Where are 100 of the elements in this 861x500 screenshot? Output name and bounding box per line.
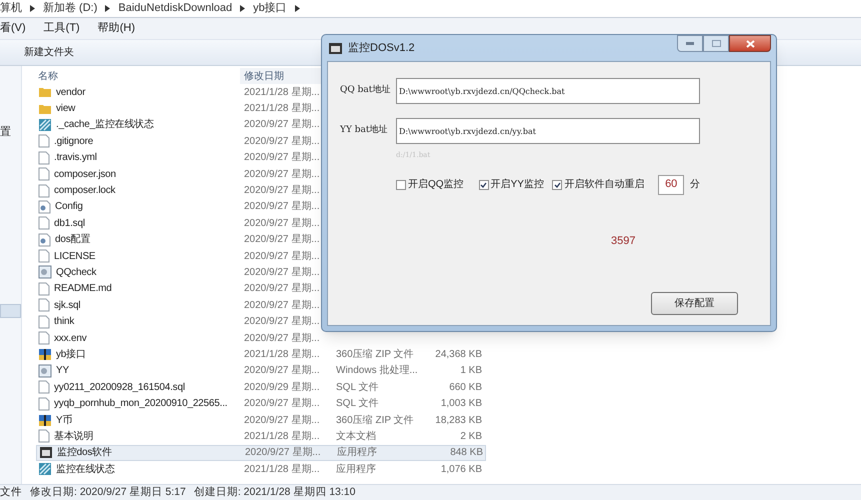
file-row[interactable]: Config 2020/9/27 星期... <box>36 198 486 216</box>
file-row[interactable]: Y币 2020/9/27 星期... 360压缩 ZIP 文件 18,283 KB <box>36 412 486 428</box>
file-name: yb接口 <box>56 348 86 362</box>
date-cell-text: 2020/9/27 星期... <box>243 282 321 296</box>
document-icon <box>38 331 50 346</box>
type-cell-text: SQL 文件 <box>336 396 380 412</box>
file-row[interactable]: think 2020/9/27 星期... <box>36 313 486 330</box>
type-cell-text: 360压缩 ZIP 文件 <box>336 414 415 428</box>
document-icon <box>38 184 50 198</box>
file-name: QQcheck <box>56 266 96 280</box>
document-icon <box>38 282 50 296</box>
breadcrumb-item[interactable]: 算机 <box>0 0 22 17</box>
date-cell-text: 2021/1/28 星期... <box>243 102 321 116</box>
date-cell-text: 2020/9/27 星期... <box>243 414 321 428</box>
checkbox-label: 开启软件自动重启 <box>564 178 644 192</box>
date-cell-text: 2020/9/27 星期... <box>243 216 321 231</box>
file-name: think <box>54 315 74 330</box>
menu-item[interactable]: 看(V) <box>0 20 26 37</box>
chevron-right-icon <box>30 5 35 12</box>
file-row[interactable]: LICENSE 2020/9/27 星期... <box>36 248 486 264</box>
file-row[interactable]: yyqb_pornhub_mon_20200910_22565... 2020/9/27 星期... SQL 文件 1,003 KB <box>36 395 486 412</box>
status-created: 创建日期: 2021/1/28 星期四 13:10 <box>194 484 356 500</box>
status-modified: 修改日期: 2020/9/27 星期日 5:17 <box>30 484 186 500</box>
new-folder-button[interactable]: 新建文件夹 <box>24 45 74 60</box>
file-row[interactable]: yy0211_20200928_161504.sql 2020/9/29 星期... SQL 文件 660 KB <box>36 379 486 396</box>
document-icon <box>38 167 50 182</box>
date-cell-text: 2021/1/28 星期... <box>243 348 321 362</box>
file-name: Config <box>55 200 83 214</box>
breadcrumb-item[interactable]: BaiduNetdiskDownload <box>118 0 232 17</box>
path-field[interactable]: D:\wwwroot\yb.rxvjdezd.cn/QQcheck.bat <box>396 78 700 104</box>
date-cell-text: 2020/9/27 星期... <box>243 134 321 149</box>
file-row[interactable]: yb接口 2021/1/28 星期... 360压缩 ZIP 文件 24,368 KB <box>36 346 486 363</box>
type-cell-text: 应用程序 <box>336 462 377 477</box>
date-cell-text: 2021/1/28 星期... <box>243 462 321 477</box>
date-cell-text: 2020/9/27 星期... <box>243 332 321 346</box>
checkbox-label: 开启YY监控 <box>490 178 544 192</box>
file-row[interactable]: 基本说明 2021/1/28 星期... 文本文档 2 KB <box>36 428 486 445</box>
menu-item[interactable]: 帮助(H) <box>98 20 135 37</box>
size-cell-text: 1 KB <box>459 364 482 378</box>
field-label: YY bat地址 <box>340 124 388 138</box>
size-cell-text: 24,368 KB <box>434 348 482 362</box>
file-row[interactable]: db1.sql 2020/9/27 星期... <box>36 215 486 232</box>
checkbox[interactable] <box>396 180 406 190</box>
maximize-button[interactable] <box>703 35 729 52</box>
document-icon <box>38 380 50 394</box>
minutes-unit: 分 <box>690 178 700 192</box>
close-button[interactable] <box>729 35 771 52</box>
address-bar[interactable]: 算机 新加卷 (D:) BaiduNetdiskDownload yb接口 <box>0 0 861 18</box>
type-cell-text: Windows 批处理... <box>336 364 419 378</box>
breadcrumb-item[interactable]: 新加卷 (D:) <box>43 0 98 17</box>
date-cell-text: 2020/9/27 星期... <box>243 364 321 378</box>
file-row[interactable]: YY 2020/9/27 星期... Windows 批处理... 1 KB <box>36 362 486 380</box>
type-cell-text: 360压缩 ZIP 文件 <box>336 348 415 362</box>
file-name: 基本说明 <box>54 430 94 444</box>
file-name: YY <box>56 364 69 378</box>
chevron-right-icon <box>294 5 300 12</box>
checkbox[interactable] <box>478 180 489 190</box>
date-cell-text: 2020/9/27 星期... <box>243 184 321 198</box>
file-name: xxx.env <box>54 332 87 346</box>
file-name: db1.sql <box>54 216 85 231</box>
date-cell-text: 2020/9/27 星期... <box>244 446 322 460</box>
date-cell-text: 2021/1/28 星期... <box>243 430 321 444</box>
folder-icon <box>38 86 52 98</box>
minimize-button[interactable] <box>677 35 703 52</box>
save-button[interactable]: 保存配置 <box>651 292 738 315</box>
status-file-type: 文件 <box>0 484 22 500</box>
date-cell-text: 2020/9/27 星期... <box>243 298 321 313</box>
document-icon <box>38 216 50 230</box>
file-row[interactable]: xxx.env 2020/9/27 星期... <box>36 330 486 346</box>
program-window-icon <box>39 446 53 460</box>
size-cell-text: 1,076 KB <box>440 462 482 477</box>
checkmark-icon <box>554 182 561 188</box>
striped-app-icon <box>38 462 52 476</box>
gear-file-icon <box>38 200 51 214</box>
file-row[interactable]: 监控在线状态 2021/1/28 星期... 应用程序 1,076 KB <box>36 460 486 478</box>
file-row[interactable]: 监控dos软件 2020/9/27 星期... 应用程序 848 KB <box>36 444 486 461</box>
file-row[interactable]: dos配置 2020/9/27 星期... <box>36 232 486 248</box>
document-icon <box>38 150 50 165</box>
minutes-field[interactable]: 60 <box>658 174 684 194</box>
file-name: .travis.yml <box>54 151 97 166</box>
file-row[interactable]: QQcheck 2020/9/27 星期... <box>36 264 486 281</box>
file-name: README.md <box>54 282 112 296</box>
close-icon <box>746 40 754 48</box>
date-cell-text: 2020/9/27 星期... <box>243 150 321 166</box>
date-cell-text: 2020/9/29 星期... <box>243 380 321 395</box>
nav-item[interactable]: 置 <box>0 124 21 138</box>
gears-window-icon <box>38 265 52 280</box>
date-cell-text: 2020/9/27 星期... <box>243 168 321 182</box>
file-name: sjk.sql <box>54 298 80 313</box>
date-cell-text: 2020/9/27 星期... <box>243 250 321 264</box>
column-header[interactable]: 名称 <box>36 68 240 84</box>
file-row[interactable]: README.md 2020/9/27 星期... <box>36 280 486 298</box>
size-cell-text: 18,283 KB <box>434 414 482 428</box>
size-cell-text: 1,003 KB <box>440 397 482 412</box>
checkbox[interactable] <box>552 180 562 190</box>
path-field[interactable]: D:\wwwroot\yb.rxvjdezd.cn/yy.bat <box>396 118 700 144</box>
breadcrumb-item[interactable]: yb接口 <box>253 0 287 17</box>
file-name: composer.json <box>54 168 116 182</box>
file-row[interactable]: sjk.sql 2020/9/27 星期... <box>36 297 486 314</box>
menu-item[interactable]: 工具(T) <box>44 20 80 37</box>
